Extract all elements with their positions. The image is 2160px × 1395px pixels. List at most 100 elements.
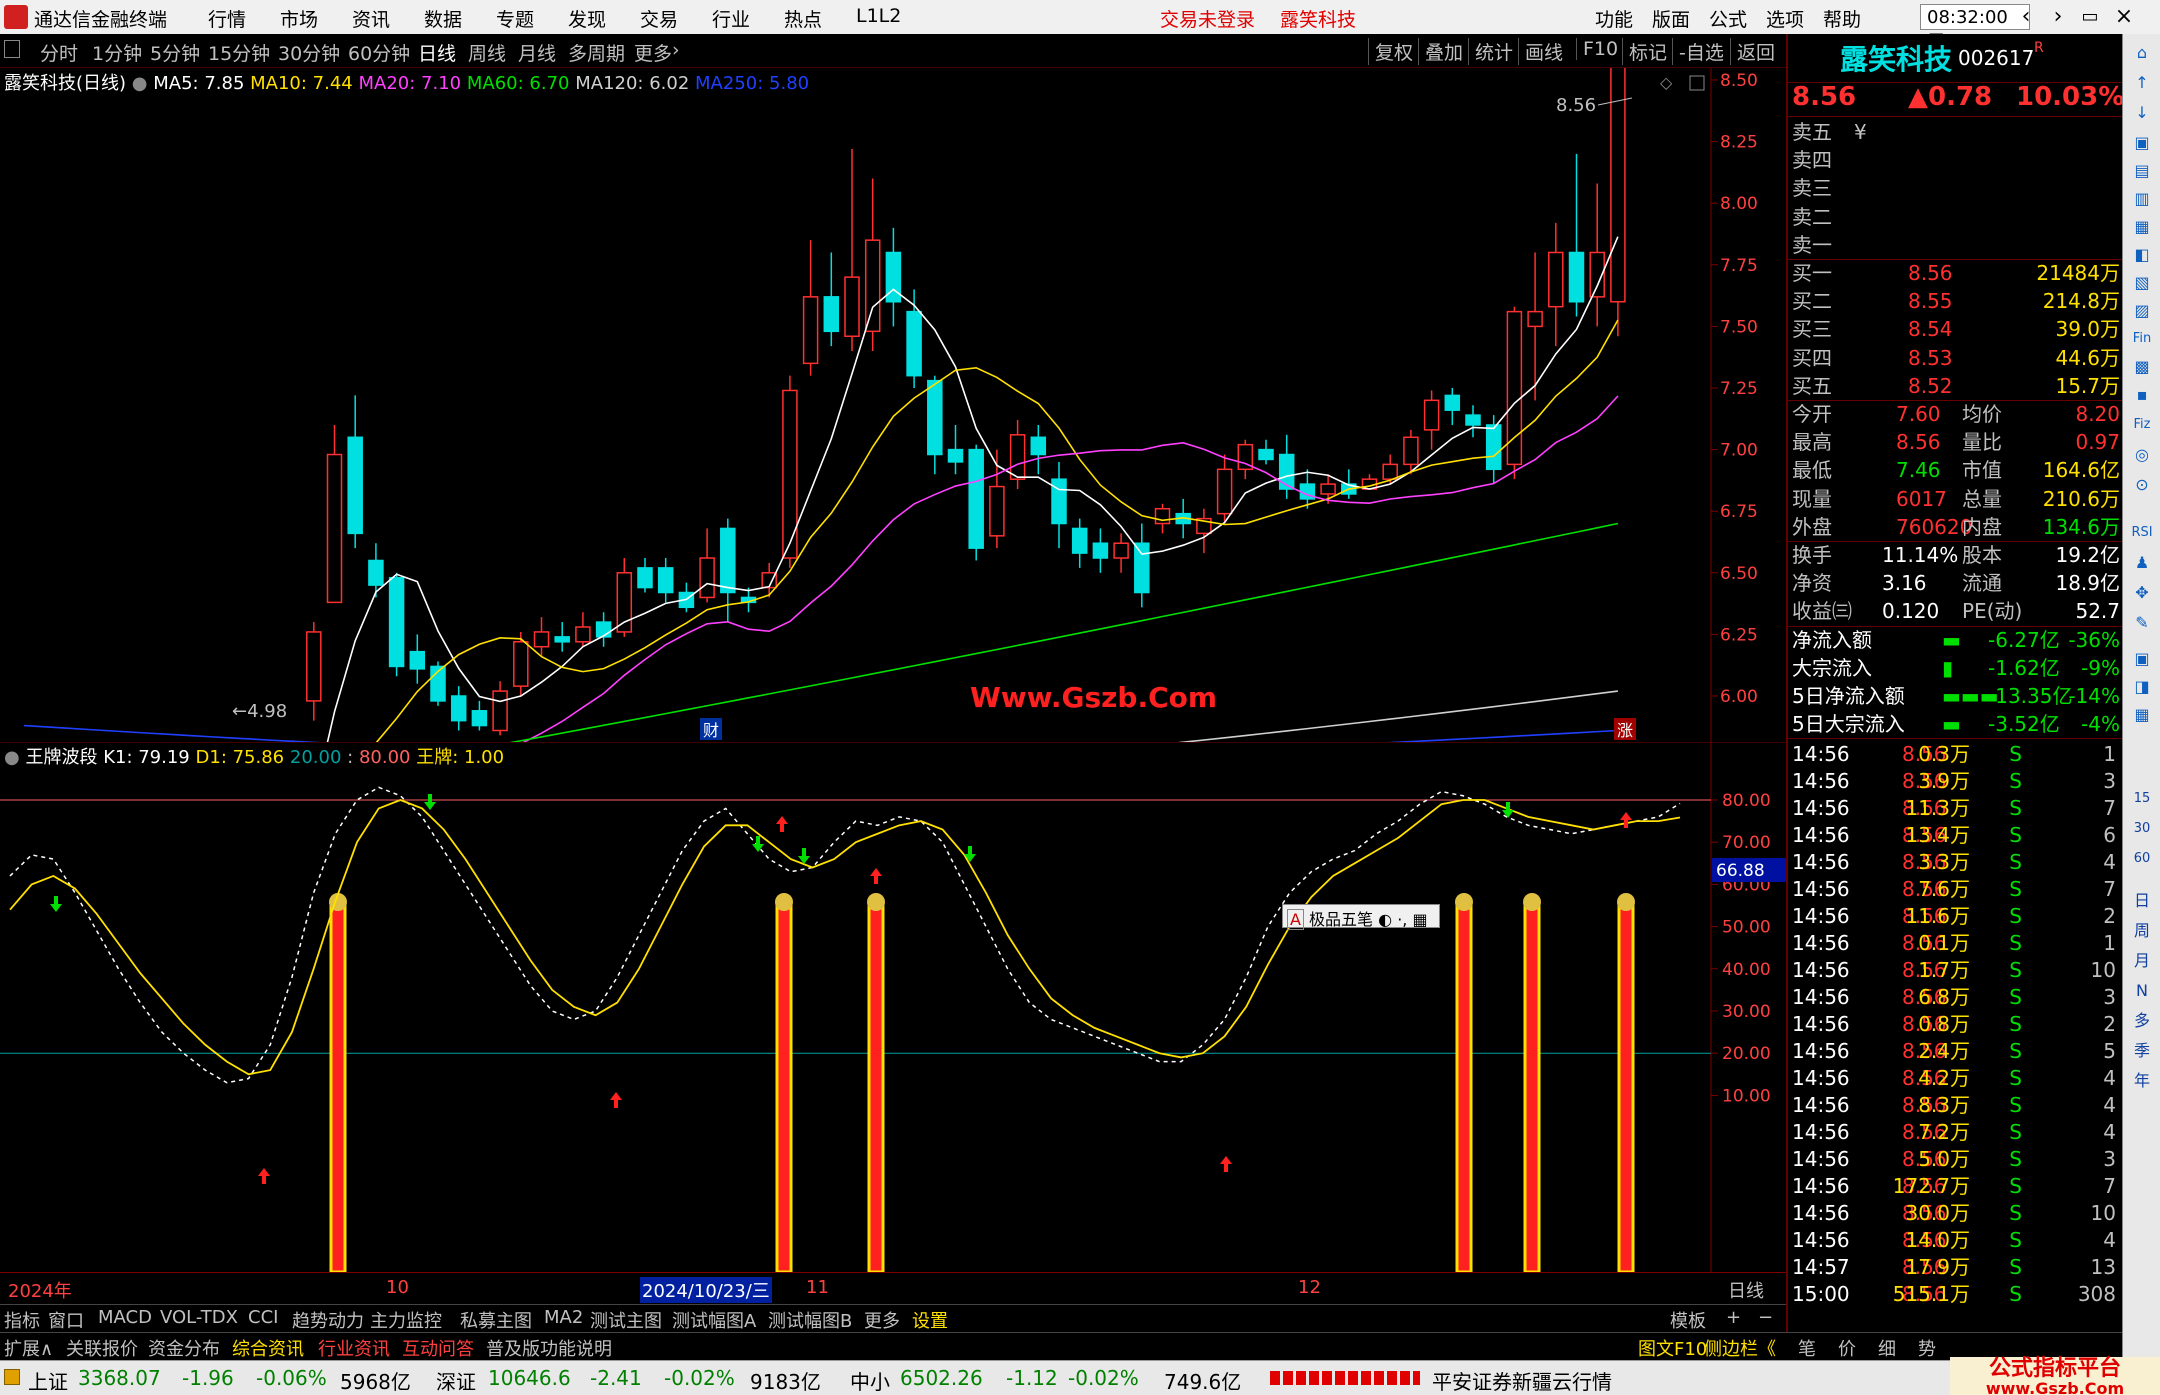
candle-body[interactable] [1258, 448, 1274, 461]
candle-body[interactable] [347, 436, 363, 535]
indicator-tab[interactable]: 设置 [912, 1307, 948, 1333]
tick-row[interactable]: 14:56 8.56 0.1万 S 1 [1792, 929, 2120, 957]
candle-body[interactable] [989, 485, 1005, 537]
candle-body[interactable] [637, 567, 653, 589]
tick-row[interactable]: 14:57 8.56 17.9万 S 13 [1792, 1253, 2120, 1281]
candle-body[interactable] [616, 572, 633, 633]
stat-row[interactable]: 外盘 760620 内盘 134.6万 [1792, 513, 2120, 541]
tool-fuquan[interactable]: 复权 [1368, 38, 1413, 65]
menu-banmian[interactable]: 版面 [1652, 5, 1690, 32]
stock-alert[interactable]: 露笑科技 [1280, 5, 1356, 32]
menu-bangzhu[interactable]: 帮助 [1823, 5, 1861, 32]
forward-icon[interactable]: › [2042, 2, 2074, 32]
remove-window-button[interactable]: − [1758, 1307, 1773, 1328]
period-n-icon[interactable]: N [2129, 978, 2155, 1004]
tick-row[interactable]: 14:56 8.56 2.4万 S 5 [1792, 1037, 2120, 1065]
candle-body[interactable] [927, 379, 943, 456]
template-button[interactable]: 模板 [1670, 1307, 1706, 1333]
indicator-tab[interactable]: 测试主图 [590, 1307, 662, 1333]
candle-body[interactable] [720, 527, 736, 594]
period-30-icon[interactable]: 30 [2129, 816, 2155, 842]
tool-f10[interactable]: F10 [1576, 38, 1618, 60]
candle-body[interactable] [802, 296, 819, 365]
info-tab[interactable]: 行业资讯 [318, 1335, 390, 1361]
buy-level-row[interactable]: 买一 8.56 21484万 [1792, 259, 2120, 287]
period-30min[interactable]: 30分钟 [278, 39, 340, 66]
info-tab[interactable]: 资金分布 [148, 1335, 220, 1361]
buy-level-row[interactable]: 买四 8.53 44.6万 [1792, 344, 2120, 372]
period-quarter-icon[interactable]: 季 [2129, 1038, 2155, 1064]
tick-row[interactable]: 14:56 8.56 0.3万 S 1 [1792, 740, 2120, 768]
candle-body[interactable] [1548, 251, 1564, 308]
tab-shi[interactable]: 势 [1918, 1335, 1936, 1361]
tick-row[interactable]: 14:56 8.56 0.8万 S 2 [1792, 1010, 2120, 1038]
candle-body[interactable] [968, 448, 984, 549]
candle-body[interactable] [1154, 507, 1171, 525]
candle-body[interactable] [409, 650, 426, 670]
period-year-icon[interactable]: 年 [2129, 1068, 2155, 1094]
chevron-right-icon[interactable]: › [672, 39, 680, 61]
flow-row[interactable]: 5日大宗流入 ▬ -3.52亿 -4% [1792, 710, 2120, 738]
tick-row[interactable]: 14:56 8.56 3.3万 S 4 [1792, 848, 2120, 876]
sell-level-row[interactable]: 卖五 ¥ [1792, 118, 2120, 146]
tick-row[interactable]: 14:56 8.56 13.4万 S 6 [1792, 821, 2120, 849]
info-tab[interactable]: 普及版功能说明 [486, 1335, 612, 1361]
menu-zixun[interactable]: 资讯 [352, 5, 390, 32]
target-icon[interactable]: ◎ [2129, 442, 2155, 468]
menu-l1l2[interactable]: L1L2 [856, 5, 901, 27]
candle-body[interactable] [1382, 463, 1398, 480]
period-month-icon[interactable]: 月 [2129, 948, 2155, 974]
tool-fanhui[interactable]: 返回 [1730, 38, 1775, 65]
indicator-tab[interactable]: 测试幅图B [768, 1307, 852, 1333]
menu-hangye[interactable]: 行业 [712, 5, 750, 32]
candle-body[interactable] [657, 567, 674, 594]
candle-body[interactable] [368, 559, 384, 586]
box-icon[interactable]: ▣ [2129, 646, 2155, 672]
candle-body[interactable] [492, 690, 508, 732]
tool-biaoji[interactable]: 标记 [1622, 38, 1667, 65]
tool-huaxian[interactable]: 画线 [1518, 38, 1563, 65]
candle-body[interactable] [1113, 542, 1129, 559]
sz-label[interactable]: 深证 [436, 1366, 476, 1395]
menu-shuju[interactable]: 数据 [424, 5, 462, 32]
back-icon[interactable]: ‹ [2010, 2, 2042, 32]
indicator-tab[interactable]: MA2 [544, 1307, 583, 1328]
period-60-icon[interactable]: 60 [2129, 846, 2155, 872]
buy-level-row[interactable]: 买三 8.54 39.0万 [1792, 315, 2120, 343]
candle-body[interactable] [306, 631, 322, 702]
candle-body[interactable] [906, 310, 922, 377]
up-icon[interactable]: ↑ [2129, 70, 2155, 96]
candle-body[interactable] [1568, 251, 1585, 303]
tick-row[interactable]: 14:56 8.56 11.3万 S 7 [1792, 794, 2120, 822]
sell-level-row[interactable]: 卖一 [1792, 231, 2120, 259]
sub-legend-dot-icon[interactable]: ● [4, 747, 20, 768]
f10-tab[interactable]: 图文F10 [1638, 1335, 1707, 1361]
sell-level-row[interactable]: 卖三 [1792, 174, 2120, 202]
ime-dot-icon[interactable]: ·, [1397, 910, 1407, 929]
tick-row[interactable]: 14:56 8.56 172.7万 S 7 [1792, 1172, 2120, 1200]
kline-svg[interactable]: 8.50 8.25 8.00 7.75 7.50 7.25 7.00 6.75 6.50 6.25… [0, 64, 1786, 953]
period-5min[interactable]: 5分钟 [150, 39, 200, 66]
panel-toggle-icon[interactable] [4, 40, 20, 58]
stat-row[interactable]: 净资 3.16 流通 18.9亿 [1792, 569, 2120, 597]
tick-row[interactable]: 14:56 8.56 3.9万 S 3 [1792, 767, 2120, 795]
tick-row[interactable]: 14:56 8.56 14.0万 S 4 [1792, 1226, 2120, 1254]
period-multi[interactable]: 多周期 [568, 39, 625, 66]
candle-body[interactable] [1403, 436, 1419, 466]
sell-level-row[interactable]: 卖二 [1792, 203, 2120, 231]
menu-xuanxiang[interactable]: 选项 [1766, 5, 1804, 32]
candle-body[interactable] [575, 626, 591, 643]
tick-row[interactable]: 14:56 8.56 7.6万 S 7 [1792, 875, 2120, 903]
candle-body[interactable] [471, 710, 488, 727]
table-icon[interactable]: ▤ [2129, 158, 2155, 184]
candle-body[interactable] [1320, 483, 1336, 495]
candle-body[interactable] [1030, 436, 1047, 456]
candle-body[interactable] [450, 695, 467, 722]
flow-row[interactable]: 大宗流入 ▮ -1.62亿 -9% [1792, 654, 2120, 682]
fiz-icon[interactable]: Fiz [2129, 412, 2155, 438]
candle-body[interactable] [699, 557, 715, 599]
matrix-icon[interactable]: ▦ [2129, 702, 2155, 728]
candle-body[interactable] [513, 641, 529, 687]
candle-body[interactable] [1527, 310, 1543, 328]
menu-redian[interactable]: 热点 [784, 5, 822, 32]
